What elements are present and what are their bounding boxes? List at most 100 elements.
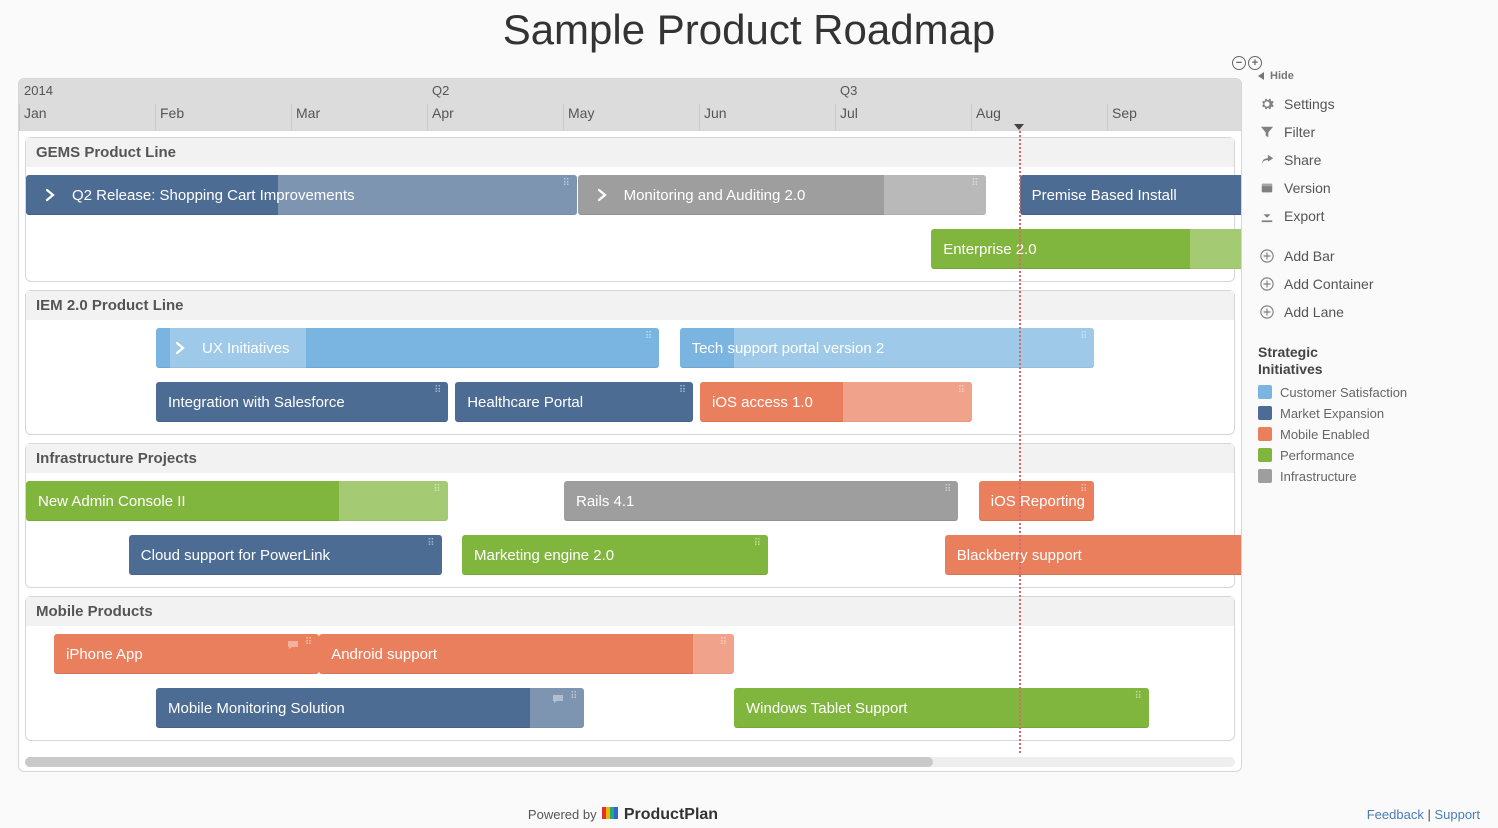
settings-button[interactable]: Settings [1258, 90, 1478, 118]
roadmap-bar[interactable]: iOS access 1.0 ⠿ [700, 382, 972, 422]
month-label: May [568, 105, 594, 121]
roadmap-bar[interactable]: Mobile Monitoring Solution ⠿ [156, 688, 584, 728]
lane: Infrastructure ProjectsNew Admin Console… [25, 443, 1235, 588]
roadmap-bar[interactable]: Integration with Salesforce ⠿ [156, 382, 448, 422]
roadmap-bar[interactable]: Enterprise 2.0⠿ [931, 229, 1241, 269]
roadmap-bar[interactable]: Cloud support for PowerLink ⠿ [129, 535, 442, 575]
bar-label: Cloud support for PowerLink [141, 547, 330, 564]
add-lane-label: Add Lane [1284, 304, 1344, 320]
export-icon [1260, 209, 1274, 223]
roadmap-bar[interactable]: Rails 4.1 ⠿ [564, 481, 958, 521]
grip-icon[interactable]: ⠿ [944, 484, 952, 495]
quarter-label: Q3 [840, 83, 857, 98]
roadmap-bar[interactable]: iPhone App ⠿ [54, 634, 319, 674]
version-icon [1260, 181, 1274, 195]
add-lane-button[interactable]: Add Lane [1258, 298, 1478, 326]
timeline: 2014 Q2Q3 JanFebMarAprMayJunJulAugSep GE… [18, 78, 1242, 772]
legend-swatch [1258, 385, 1272, 399]
roadmap-bar[interactable]: UX Initiatives⠿ [156, 328, 659, 368]
roadmap-bar[interactable]: Monitoring and Auditing 2.0⠿ [578, 175, 986, 215]
bar-label: iPhone App [66, 646, 143, 663]
roadmap-bar[interactable]: Q2 Release: Shopping Cart Improvements ⠿ [26, 175, 577, 215]
bar-label: iOS access 1.0 [712, 394, 813, 411]
grip-icon[interactable]: ⠿ [1080, 484, 1088, 495]
version-button[interactable]: Version [1258, 174, 1478, 202]
support-link[interactable]: Support [1434, 807, 1480, 822]
filter-label: Filter [1284, 124, 1315, 140]
bar-label: Q2 Release: Shopping Cart Improvements [72, 187, 355, 204]
comment-icon [287, 637, 299, 654]
add-container-label: Add Container [1284, 276, 1374, 292]
horizontal-scrollbar[interactable] [25, 757, 1235, 767]
hide-label: Hide [1270, 70, 1294, 82]
add-bar-button[interactable]: Add Bar [1258, 242, 1478, 270]
row: New Admin Console II⠿Rails 4.1⠿iOS Repor… [26, 481, 1234, 525]
grip-icon[interactable]: ⠿ [1134, 691, 1142, 702]
roadmap-bar[interactable]: iOS Reporting⠿ [979, 481, 1095, 521]
zoom-in-button[interactable]: + [1248, 56, 1262, 70]
bar-label: Tech support portal version 2 [692, 340, 885, 357]
roadmap-bar[interactable]: New Admin Console II⠿ [26, 481, 448, 521]
grip-icon[interactable]: ⠿ [971, 178, 979, 189]
grip-icon[interactable]: ⠿ [958, 385, 966, 396]
bar-label: Rails 4.1 [576, 493, 634, 510]
grip-icon[interactable]: ⠿ [1080, 331, 1088, 342]
legend-item[interactable]: Market Expansion [1258, 403, 1478, 424]
legend-item[interactable]: Performance [1258, 445, 1478, 466]
scrollbar-thumb[interactable] [25, 757, 933, 767]
month-label: Apr [432, 105, 454, 121]
grip-icon[interactable]: ⠿ [570, 691, 578, 702]
roadmap-bar[interactable]: Marketing engine 2.0⠿ [462, 535, 768, 575]
grip-icon[interactable]: ⠿ [645, 331, 653, 342]
quarter-label: Q2 [432, 83, 449, 98]
grip-icon[interactable]: ⠿ [754, 538, 762, 549]
export-button[interactable]: Export [1258, 202, 1478, 230]
roadmap-bar[interactable]: Blackberry support⠿ [945, 535, 1241, 575]
row: Mobile Monitoring Solution⠿Windows Table… [26, 688, 1234, 732]
legend-swatch [1258, 448, 1272, 462]
month-label: Feb [160, 105, 184, 121]
hide-panel-button[interactable]: Hide [1258, 70, 1478, 82]
expand-icon[interactable] [168, 336, 192, 360]
feedback-link[interactable]: Feedback [1367, 807, 1424, 822]
legend-item[interactable]: Infrastructure [1258, 466, 1478, 487]
row: UX Initiatives⠿ Tech support portal versi… [26, 328, 1234, 372]
filter-icon [1260, 125, 1274, 139]
expand-icon[interactable] [590, 183, 614, 207]
grip-icon[interactable]: ⠿ [562, 178, 570, 189]
settings-label: Settings [1284, 96, 1335, 112]
grip-icon[interactable]: ⠿ [720, 637, 728, 648]
roadmap-bar[interactable]: Windows Tablet Support⠿ [734, 688, 1149, 728]
legend-label: Customer Satisfaction [1280, 385, 1407, 400]
gear-icon [1260, 97, 1274, 111]
legend-swatch [1258, 469, 1272, 483]
lane: IEM 2.0 Product LineUX Initiatives⠿Tech … [25, 290, 1235, 435]
legend-item[interactable]: Customer Satisfaction [1258, 382, 1478, 403]
bar-label: Premise Based Install [1032, 187, 1177, 204]
zoom-out-button[interactable]: − [1232, 56, 1246, 70]
filter-button[interactable]: Filter [1258, 118, 1478, 146]
share-label: Share [1284, 152, 1321, 168]
version-label: Version [1284, 180, 1331, 196]
expand-icon[interactable] [38, 183, 62, 207]
add-container-button[interactable]: Add Container [1258, 270, 1478, 298]
legend-swatch [1258, 427, 1272, 441]
legend-title: StrategicInitiatives [1258, 344, 1478, 378]
grip-icon[interactable]: ⠿ [434, 385, 442, 396]
month-label: Jan [24, 105, 47, 121]
grip-icon[interactable]: ⠿ [679, 385, 687, 396]
legend-item[interactable]: Mobile Enabled [1258, 424, 1478, 445]
side-panel: Hide Settings Filter Share Version Expor… [1258, 70, 1478, 487]
roadmap-bar[interactable]: Android support⠿ [319, 634, 734, 674]
comment-icon [552, 691, 564, 708]
grip-icon[interactable]: ⠿ [433, 484, 441, 495]
roadmap-bar[interactable]: Tech support portal version 2 ⠿ [680, 328, 1095, 368]
share-button[interactable]: Share [1258, 146, 1478, 174]
roadmap-bar[interactable]: Premise Based Install⠿ [1020, 175, 1241, 215]
grip-icon[interactable]: ⠿ [305, 637, 313, 648]
bar-label: Integration with Salesforce [168, 394, 345, 411]
bar-label: Mobile Monitoring Solution [168, 700, 345, 717]
grip-icon[interactable]: ⠿ [427, 538, 435, 549]
legend-label: Performance [1280, 448, 1354, 463]
roadmap-bar[interactable]: Healthcare Portal⠿ [455, 382, 693, 422]
